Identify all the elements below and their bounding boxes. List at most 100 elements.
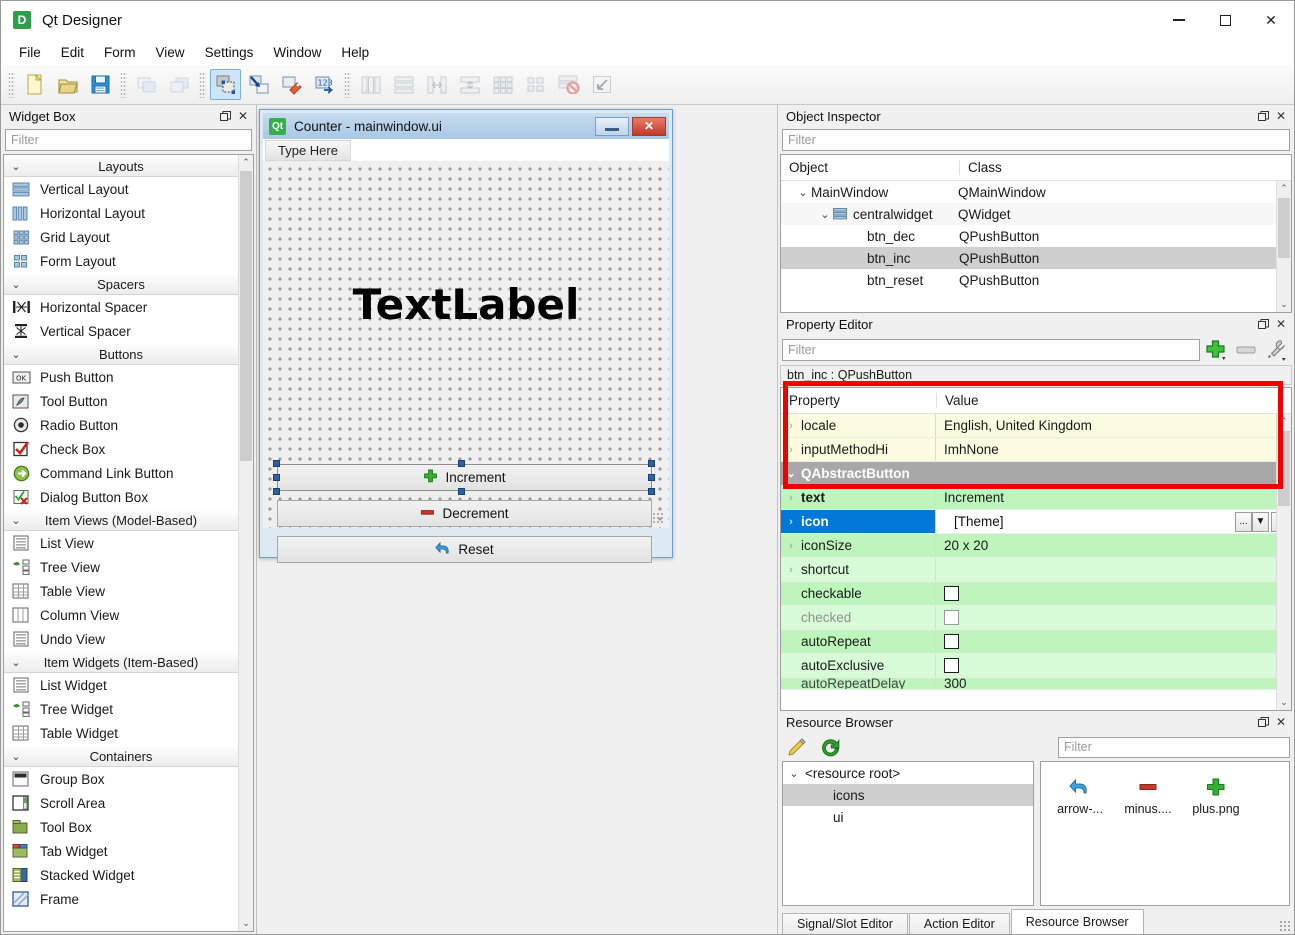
- type-here-placeholder[interactable]: Type Here: [265, 139, 351, 161]
- object-inspector-filter-input[interactable]: Filter: [782, 129, 1290, 151]
- form-canvas[interactable]: TextLabel Increment Decrement Reset: [263, 162, 669, 563]
- widget-category-spacers[interactable]: ⌄ Spacers: [4, 273, 238, 295]
- chevron-right-icon[interactable]: ›: [781, 540, 801, 552]
- resize-handle[interactable]: [458, 488, 465, 495]
- widget-box-filter-input[interactable]: Filter: [5, 129, 252, 151]
- reload-icon[interactable]: [816, 734, 844, 760]
- property-row-shortcut[interactable]: › shortcut: [781, 558, 1291, 582]
- checked-checkbox[interactable]: [944, 610, 959, 625]
- redo-button[interactable]: [164, 69, 195, 100]
- layout-horizontal-icon[interactable]: [355, 69, 386, 100]
- save-form-button[interactable]: [85, 69, 116, 100]
- property-grid-scrollbar[interactable]: ⌃ ⌄: [1276, 414, 1291, 710]
- property-row-inputmethodhints[interactable]: › inputMethodHi ImhNone: [781, 438, 1291, 462]
- scroll-down-icon[interactable]: ⌄: [1277, 695, 1291, 710]
- widget-item-vertical-spacer[interactable]: Vertical Spacer: [4, 319, 238, 343]
- property-editor-filter-input[interactable]: Filter: [782, 339, 1200, 361]
- property-value[interactable]: Increment: [936, 486, 1291, 509]
- scrollbar-thumb[interactable]: [1278, 198, 1290, 258]
- close-icon[interactable]: ✕: [1248, 1, 1294, 39]
- autorepeat-checkbox[interactable]: [944, 634, 959, 649]
- widget-item-tab-widget[interactable]: Tab Widget: [4, 839, 238, 863]
- property-row-checkable[interactable]: checkable: [781, 582, 1291, 606]
- widget-item-frame[interactable]: Frame: [4, 887, 238, 911]
- widget-item-list-widget[interactable]: List Widget: [4, 673, 238, 697]
- widget-item-push-button[interactable]: OK Push Button: [4, 365, 238, 389]
- menu-file[interactable]: File: [9, 42, 51, 63]
- widget-category-item-widgets[interactable]: ⌄ Item Widgets (Item-Based): [4, 651, 238, 673]
- minimize-icon[interactable]: [1156, 1, 1202, 39]
- widget-item-command-link-button[interactable]: Command Link Button: [4, 461, 238, 485]
- property-row-icon[interactable]: › icon [Theme] ... ▼: [781, 510, 1291, 534]
- menu-form[interactable]: Form: [94, 42, 146, 63]
- widget-item-tool-button[interactable]: Tool Button: [4, 389, 238, 413]
- widget-item-radio-button[interactable]: Radio Button: [4, 413, 238, 437]
- resize-handle[interactable]: [273, 460, 280, 467]
- widget-item-tree-view[interactable]: Tree View: [4, 555, 238, 579]
- resource-tree-icons[interactable]: icons: [783, 784, 1033, 806]
- text-label[interactable]: TextLabel: [263, 280, 669, 329]
- break-layout-icon[interactable]: [553, 69, 584, 100]
- edit-widgets-icon[interactable]: [210, 69, 241, 100]
- close-icon[interactable]: ✕: [1272, 713, 1290, 731]
- scroll-down-icon[interactable]: ⌄: [239, 916, 253, 931]
- object-row-centralwidget[interactable]: ⌄ centralwidget QWidget: [781, 203, 1291, 225]
- scroll-up-icon[interactable]: ⌃: [1277, 181, 1291, 196]
- menu-help[interactable]: Help: [331, 42, 379, 63]
- menu-settings[interactable]: Settings: [195, 42, 264, 63]
- resource-item-arrow[interactable]: arrow-...: [1047, 772, 1113, 816]
- widget-item-list-view[interactable]: List View: [4, 531, 238, 555]
- minimize-icon[interactable]: [595, 116, 629, 136]
- tab-signal-slot-editor[interactable]: Signal/Slot Editor: [782, 913, 908, 934]
- autoexclusive-checkbox[interactable]: [944, 658, 959, 673]
- menu-window[interactable]: Window: [263, 42, 331, 63]
- form-resize-grip[interactable]: [652, 512, 664, 524]
- chevron-right-icon[interactable]: ›: [781, 516, 801, 528]
- toolbar-grip-3[interactable]: [199, 71, 206, 98]
- property-value[interactable]: [936, 558, 1291, 581]
- float-icon[interactable]: [216, 107, 234, 125]
- splitter-horizontal-icon[interactable]: [421, 69, 452, 100]
- scrollbar-thumb[interactable]: [240, 171, 252, 461]
- widget-item-column-view[interactable]: Column View: [4, 603, 238, 627]
- widget-item-check-box[interactable]: Check Box: [4, 437, 238, 461]
- property-row-text[interactable]: › text Increment: [781, 486, 1291, 510]
- widget-box-scrollbar[interactable]: ⌃ ⌄: [238, 155, 253, 931]
- scrollbar-thumb[interactable]: [1278, 431, 1290, 506]
- layout-form-icon[interactable]: [520, 69, 551, 100]
- resource-item-plus[interactable]: plus.png: [1183, 772, 1249, 816]
- property-row-autorepeatdelay[interactable]: autoRepeatDelay 300: [781, 678, 1291, 690]
- splitter-vertical-icon[interactable]: [454, 69, 485, 100]
- widget-category-containers[interactable]: ⌄ Containers: [4, 745, 238, 767]
- chevron-down-icon[interactable]: ▼: [1252, 511, 1269, 532]
- maximize-icon[interactable]: [1202, 1, 1248, 39]
- property-row-checked[interactable]: checked: [781, 606, 1291, 630]
- property-value[interactable]: 20 x 20: [936, 534, 1291, 557]
- widget-item-undo-view[interactable]: Undo View: [4, 627, 238, 651]
- chevron-down-icon[interactable]: ⌄: [795, 186, 811, 199]
- widget-item-horizontal-spacer[interactable]: Horizontal Spacer: [4, 295, 238, 319]
- tab-action-editor[interactable]: Action Editor: [908, 913, 1010, 934]
- object-row-btn-dec[interactable]: btn_dec QPushButton: [781, 225, 1291, 247]
- resize-handle[interactable]: [648, 474, 655, 481]
- property-group-qabstractbutton[interactable]: ⌄ QAbstractButton: [781, 462, 1291, 486]
- layout-grid-icon[interactable]: [487, 69, 518, 100]
- chevron-right-icon[interactable]: ›: [781, 444, 801, 456]
- resize-handle[interactable]: [648, 460, 655, 467]
- object-row-mainwindow[interactable]: ⌄ MainWindow QMainWindow: [781, 181, 1291, 203]
- resource-item-minus[interactable]: minus....: [1115, 772, 1181, 816]
- open-form-button[interactable]: [52, 69, 83, 100]
- chevron-down-icon[interactable]: ⌄: [817, 208, 833, 221]
- remove-property-icon[interactable]: [1232, 337, 1260, 363]
- resource-tree-ui[interactable]: ui: [783, 806, 1033, 828]
- close-icon[interactable]: ✕: [1272, 315, 1290, 333]
- pencil-icon[interactable]: [782, 734, 810, 760]
- column-header-class[interactable]: Class: [959, 160, 1291, 175]
- resource-browser-filter-input[interactable]: Filter: [1058, 736, 1290, 758]
- adjust-size-icon[interactable]: [586, 69, 617, 100]
- float-icon[interactable]: [1254, 315, 1272, 333]
- close-icon[interactable]: ✕: [632, 116, 666, 136]
- property-row-autorepeat[interactable]: autoRepeat: [781, 630, 1291, 654]
- property-value[interactable]: ImhNone: [936, 438, 1291, 461]
- float-icon[interactable]: [1254, 713, 1272, 731]
